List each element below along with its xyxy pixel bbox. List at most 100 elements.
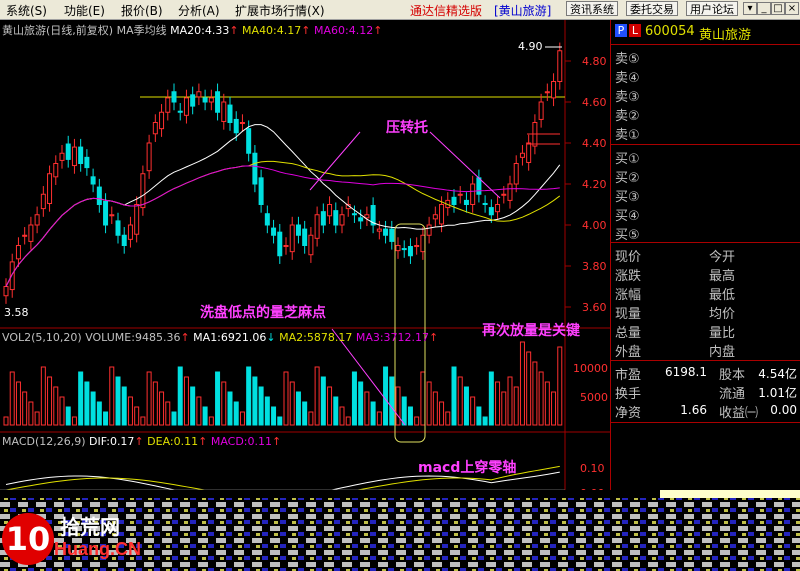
candle-body (507, 183, 513, 201)
candle-body (432, 214, 438, 220)
candle-body (221, 101, 227, 122)
candle-body (314, 214, 320, 239)
candle-body (513, 163, 519, 185)
volume-bar (327, 386, 333, 426)
moving-averages (5, 124, 561, 287)
candle-body (302, 228, 308, 247)
logo-site: Huang.CN (54, 539, 141, 559)
candle-body (246, 128, 252, 154)
candle-body (271, 227, 277, 236)
candle-body (71, 146, 77, 167)
volume-bar (215, 371, 221, 426)
divider (611, 44, 800, 45)
candle-body (439, 204, 445, 225)
volume-bar (271, 406, 277, 426)
candle-body (239, 122, 245, 125)
menu-extended-market[interactable]: 扩展市场行情(X) (235, 2, 325, 19)
stat-label: 涨幅 (615, 288, 642, 303)
menu-analysis[interactable]: 分析(A) (178, 2, 220, 19)
candle-body (140, 173, 146, 209)
volume-bar (221, 381, 227, 426)
candle-body (103, 200, 109, 226)
vol-ma1-value: MA1:6921.06 (193, 331, 267, 344)
dropdown-icon[interactable]: ▾ (743, 2, 757, 15)
candle-body (295, 224, 301, 236)
ma40-value: MA40:4.17 (242, 24, 302, 37)
volume-bar (190, 386, 196, 426)
volume-bar (432, 391, 438, 426)
low-price-label: 3.58 (4, 306, 29, 319)
volume-bar (53, 386, 59, 426)
candle-body (451, 196, 457, 205)
candle-body (283, 245, 289, 248)
ma40-arrow: ↑ (301, 24, 311, 37)
candle-body (457, 193, 463, 196)
close-icon[interactable]: × (785, 2, 799, 15)
volume-bar (463, 386, 469, 426)
sell-level-2: 卖② (615, 109, 640, 124)
volume-bar (501, 391, 507, 426)
forum-button[interactable]: 用户论坛 (686, 1, 738, 16)
volume-bar (121, 386, 127, 426)
p-badge[interactable]: P (615, 24, 627, 37)
volume-bar (383, 366, 389, 426)
volume-value: VOLUME:9485.36 (85, 331, 181, 344)
trade-button[interactable]: 委托交易 (626, 1, 678, 16)
volume-bar (401, 396, 407, 426)
volume-axis: 10000 5000 (573, 362, 608, 404)
news-system-button[interactable]: 资讯系统 (566, 1, 618, 16)
price-axis-label: 3.60 (582, 301, 607, 314)
stat-label: 总量 (615, 326, 642, 341)
fin-label: 换手 (615, 387, 642, 402)
volume-bar (239, 411, 245, 426)
candle-body (202, 97, 208, 103)
minimize-icon[interactable]: _ (757, 2, 771, 15)
volume-bar (159, 391, 165, 426)
candle-body (526, 142, 532, 163)
candle-body (177, 110, 183, 113)
candle-body (84, 156, 90, 169)
volume-bar (103, 411, 109, 426)
candle-body (28, 224, 34, 242)
dif-value: DIF:0.17 (89, 435, 135, 448)
volume-bar (308, 411, 314, 426)
kline-chart-area[interactable]: 4.80 4.60 4.40 4.20 4.00 3.80 3.60 10000… (0, 20, 610, 500)
menu-quote[interactable]: 报价(B) (121, 2, 163, 19)
candle-body (389, 228, 395, 242)
volume-axis-label: 10000 (573, 362, 608, 375)
stock-name-period: 黄山旅游(日线,前复权) (2, 24, 114, 37)
volume-bar (557, 346, 563, 426)
volume-bar (339, 406, 345, 426)
volume-bar (96, 401, 102, 426)
candle-body (152, 122, 158, 135)
macd-axis-label: 0.10 (580, 462, 605, 475)
chart-canvas[interactable]: 4.80 4.60 4.40 4.20 4.00 3.80 3.60 10000… (0, 20, 610, 500)
volume-bar (227, 391, 233, 426)
volume-bar (127, 396, 133, 426)
macd-value: MACD:0.11 (210, 435, 272, 448)
volume-bar (252, 376, 258, 426)
volume-header: VOL2(5,10,20) VOLUME:9485.36↑ MA1:6921.0… (2, 331, 438, 344)
annotation-resistance: 压转托 (386, 119, 428, 136)
menu-bar: 系统(S) 功能(E) 报价(B) 分析(A) 扩展市场行情(X) 通达信精选版… (0, 0, 800, 20)
menu-function[interactable]: 功能(E) (64, 2, 105, 19)
volume-bar (196, 396, 202, 426)
candle-body (426, 224, 432, 236)
volume-bar (526, 351, 532, 426)
maximize-icon[interactable]: □ (771, 2, 785, 15)
vol-ma2-value: MA2:5878.17 (279, 331, 353, 344)
volume-bar (407, 406, 413, 426)
stat-label: 涨跌 (615, 269, 642, 284)
volume-bar (15, 381, 21, 426)
volume-bar (358, 381, 364, 426)
fin-value: 1.66 (680, 403, 707, 417)
l-badge[interactable]: L (629, 24, 641, 37)
candle-body (333, 210, 339, 226)
volume-indicator-name: VOL2(5,10,20) (2, 331, 82, 344)
volume-bar (65, 406, 71, 426)
candle-body (127, 224, 133, 240)
volume-bar (277, 416, 283, 426)
volume-bar (333, 396, 339, 426)
sell-level-1: 卖① (615, 128, 640, 143)
menu-system[interactable]: 系统(S) (6, 2, 47, 19)
